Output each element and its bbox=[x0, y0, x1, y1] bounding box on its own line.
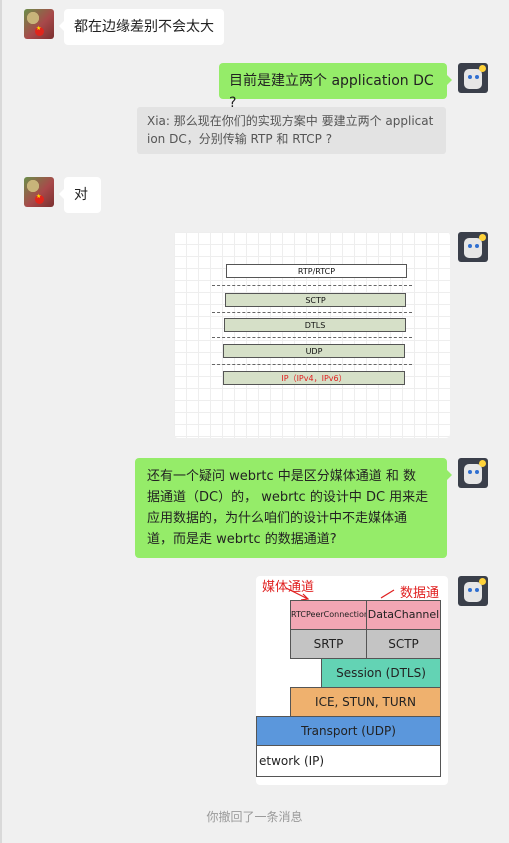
quoted-reply[interactable]: Xia: 那么现在你们的实现方案中 要建立两个 applicat ion DC，… bbox=[137, 107, 446, 154]
lightbulb-icon bbox=[479, 65, 486, 72]
robot-face-icon bbox=[464, 238, 482, 258]
robot-eye-icon bbox=[475, 588, 479, 592]
stack-layer-dtls: DTLS bbox=[224, 318, 406, 332]
robot-eye-icon bbox=[475, 244, 479, 248]
robot-eye-icon bbox=[468, 244, 472, 248]
robot-eye-icon bbox=[475, 470, 479, 474]
stack-layer-udp: UDP bbox=[223, 344, 405, 358]
robot-eye-icon bbox=[475, 75, 479, 79]
lightbulb-icon bbox=[479, 578, 486, 585]
robot-face-icon bbox=[464, 69, 482, 89]
robot-eye-icon bbox=[468, 588, 472, 592]
quote-line: ion DC，分别传输 RTP 和 RTCP ? bbox=[147, 132, 333, 146]
stack-layer-rtp: RTP/RTCP bbox=[226, 264, 407, 278]
lightbulb-icon bbox=[479, 234, 486, 241]
layer-separator bbox=[212, 312, 412, 313]
layer-separator bbox=[212, 364, 412, 365]
message-line: 据通道（DC）的， webrtc 的设计中 DC 用来走 bbox=[147, 490, 429, 505]
robot-eye-icon bbox=[468, 75, 472, 79]
incoming-message-bubble[interactable]: 都在边缘差别不会太大 bbox=[59, 9, 224, 45]
cell-ice-stun-turn: ICE, STUN, TURN bbox=[290, 687, 441, 717]
message-text: 都在边缘差别不会太大 bbox=[74, 19, 214, 35]
lightbulb-icon bbox=[479, 460, 486, 467]
my-avatar[interactable] bbox=[458, 232, 488, 262]
webrtc-stack-image[interactable]: 媒体通道 数据通道 RTCPeerConnection DataChannel … bbox=[256, 576, 448, 785]
message-line: 还有一个疑问 webrtc 中是区分媒体通道 和 数 bbox=[147, 469, 417, 484]
contact-avatar[interactable] bbox=[24, 9, 54, 39]
incoming-message-bubble[interactable]: 对 bbox=[59, 177, 101, 213]
layer-separator bbox=[212, 285, 412, 286]
cell-session-dtls: Session (DTLS) bbox=[321, 658, 441, 688]
message-line: 应用数据的，为什么咱们的设计中不走媒体通 bbox=[147, 511, 408, 526]
my-avatar[interactable] bbox=[458, 576, 488, 606]
cell-rtcpeerconnection: RTCPeerConnection bbox=[290, 600, 369, 630]
robot-face-icon bbox=[464, 464, 482, 484]
message-text: 目前是建立两个 application DC ? bbox=[229, 73, 434, 111]
china-flag-icon bbox=[35, 25, 44, 36]
outgoing-message-bubble[interactable]: 还有一个疑问 webrtc 中是区分媒体通道 和 数 据通道（DC）的， web… bbox=[135, 458, 452, 558]
stack-layer-ip: IP（IPv4，IPv6） bbox=[223, 371, 405, 385]
cell-network-ip: etwork (IP) bbox=[256, 745, 441, 777]
cell-srtp: SRTP bbox=[290, 629, 367, 659]
protocol-stack-image[interactable]: RTP/RTCP SCTP DTLS UDP IP（IPv4，IPv6） bbox=[174, 232, 450, 438]
my-avatar[interactable] bbox=[458, 458, 488, 488]
message-text: 对 bbox=[74, 187, 88, 203]
cell-datachannel: DataChannel bbox=[366, 600, 441, 630]
stack-layer-sctp: SCTP bbox=[225, 293, 406, 307]
robot-eye-icon bbox=[468, 470, 472, 474]
contact-avatar[interactable] bbox=[24, 177, 54, 207]
china-flag-icon bbox=[35, 193, 44, 204]
cell-sctp: SCTP bbox=[366, 629, 441, 659]
cell-transport-udp: Transport (UDP) bbox=[256, 716, 441, 746]
outgoing-message-bubble[interactable]: 目前是建立两个 application DC ? bbox=[219, 63, 452, 111]
layer-separator bbox=[212, 337, 412, 338]
left-edge-divider bbox=[0, 0, 2, 843]
my-avatar[interactable] bbox=[458, 63, 488, 93]
robot-face-icon bbox=[464, 582, 482, 602]
message-line: 道，而是走 webrtc 的数据通道? bbox=[147, 532, 337, 547]
quote-line: Xia: 那么现在你们的实现方案中 要建立两个 applicat bbox=[147, 114, 434, 128]
recalled-message-notice: 你撤回了一条消息 bbox=[206, 810, 303, 824]
